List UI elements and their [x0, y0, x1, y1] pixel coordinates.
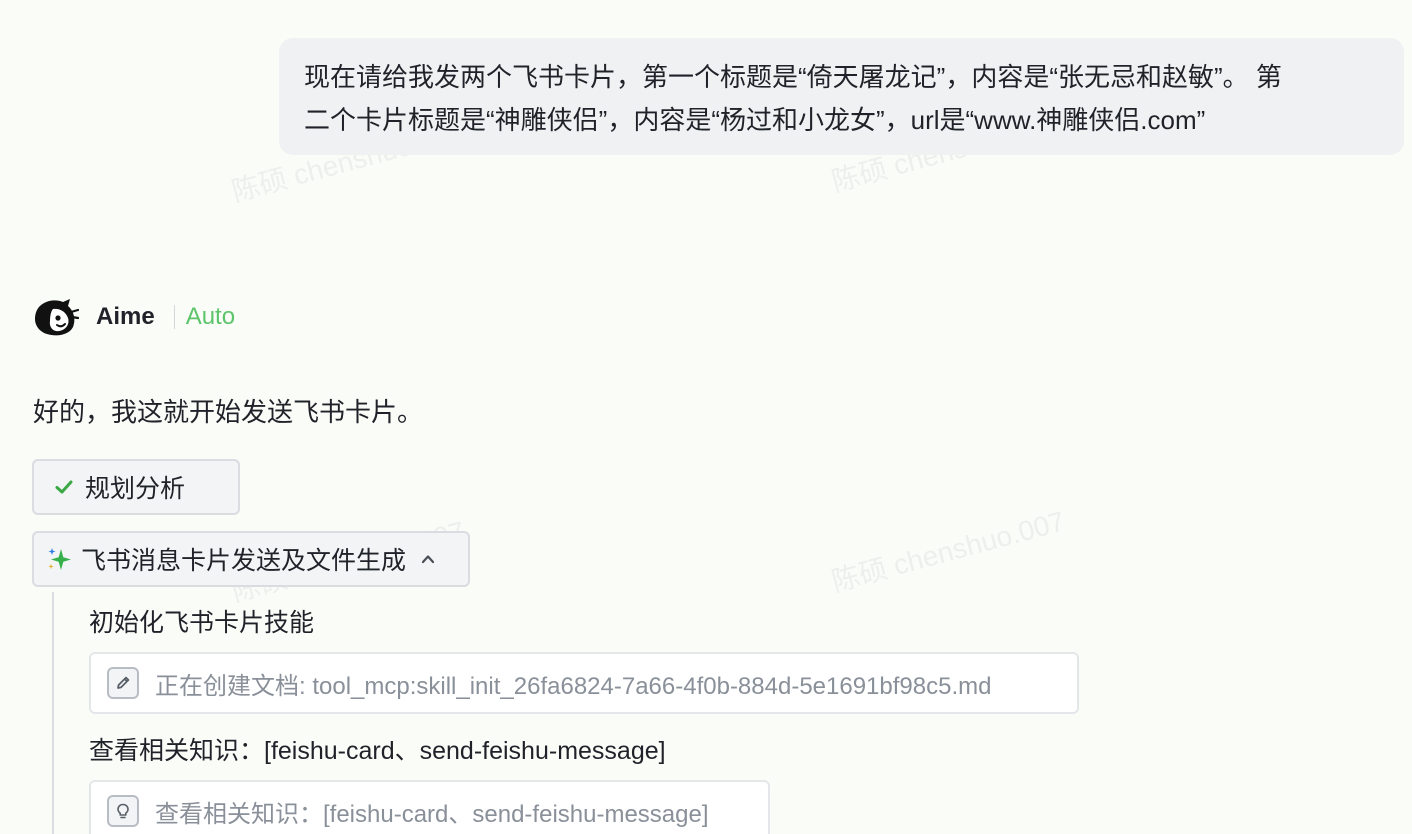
tool-call-text: 正在创建文档: tool_mcp:skill_init_26fa6824-7a6… [155, 672, 992, 700]
lightbulb-icon [107, 795, 139, 827]
aime-logo-icon [35, 299, 79, 336]
plan-analysis-step[interactable]: 规划分析 [32, 459, 240, 515]
step-title: 初始化飞书卡片技能 [89, 609, 315, 637]
sparkle-icon [48, 548, 71, 570]
plan-analysis-label: 规划分析 [85, 475, 186, 503]
check-icon [55, 480, 73, 494]
header-divider [173, 305, 175, 329]
step-tree-line [52, 592, 54, 834]
task-step-label: 飞书消息卡片发送及文件生成 [81, 547, 407, 575]
user-message-line: 现在请给我发两个飞书卡片，第一个标题是“倚天屠龙记”，内容是“张无忌和赵敏”。 … [304, 62, 1282, 92]
assistant-name: Aime [96, 303, 155, 330]
user-message-line: 二个卡片标题是“神雕侠侣”，内容是“杨过和小龙女”，url是“www.神雕侠侣.… [304, 105, 1206, 135]
mode-badge[interactable]: Auto [186, 303, 235, 331]
assistant-header: Aime Auto [33, 296, 235, 338]
tool-call-text: 查看相关知识：[feishu-card、send-feishu-message] [155, 800, 709, 828]
tool-call-view-knowledge[interactable]: 查看相关知识：[feishu-card、send-feishu-message] [89, 780, 770, 834]
pencil-icon [107, 667, 139, 699]
task-step-toggle[interactable]: 飞书消息卡片发送及文件生成 [32, 531, 470, 587]
chat-page: 陈硕 chenshuo.007 陈硕 chenshuo.007 陈硕 chens… [0, 0, 1412, 834]
tool-call-create-document[interactable]: 正在创建文档: tool_mcp:skill_init_26fa6824-7a6… [89, 652, 1079, 714]
chevron-up-icon [421, 555, 435, 564]
user-message-bubble: 现在请给我发两个飞书卡片，第一个标题是“倚天屠龙记”，内容是“张无忌和赵敏”。 … [279, 38, 1404, 155]
step-title: 查看相关知识：[feishu-card、send-feishu-message] [89, 737, 666, 765]
watermark: 陈硕 chenshuo.007 [828, 505, 1069, 598]
assistant-reply-text: 好的，我这就开始发送飞书卡片。 [33, 397, 424, 427]
